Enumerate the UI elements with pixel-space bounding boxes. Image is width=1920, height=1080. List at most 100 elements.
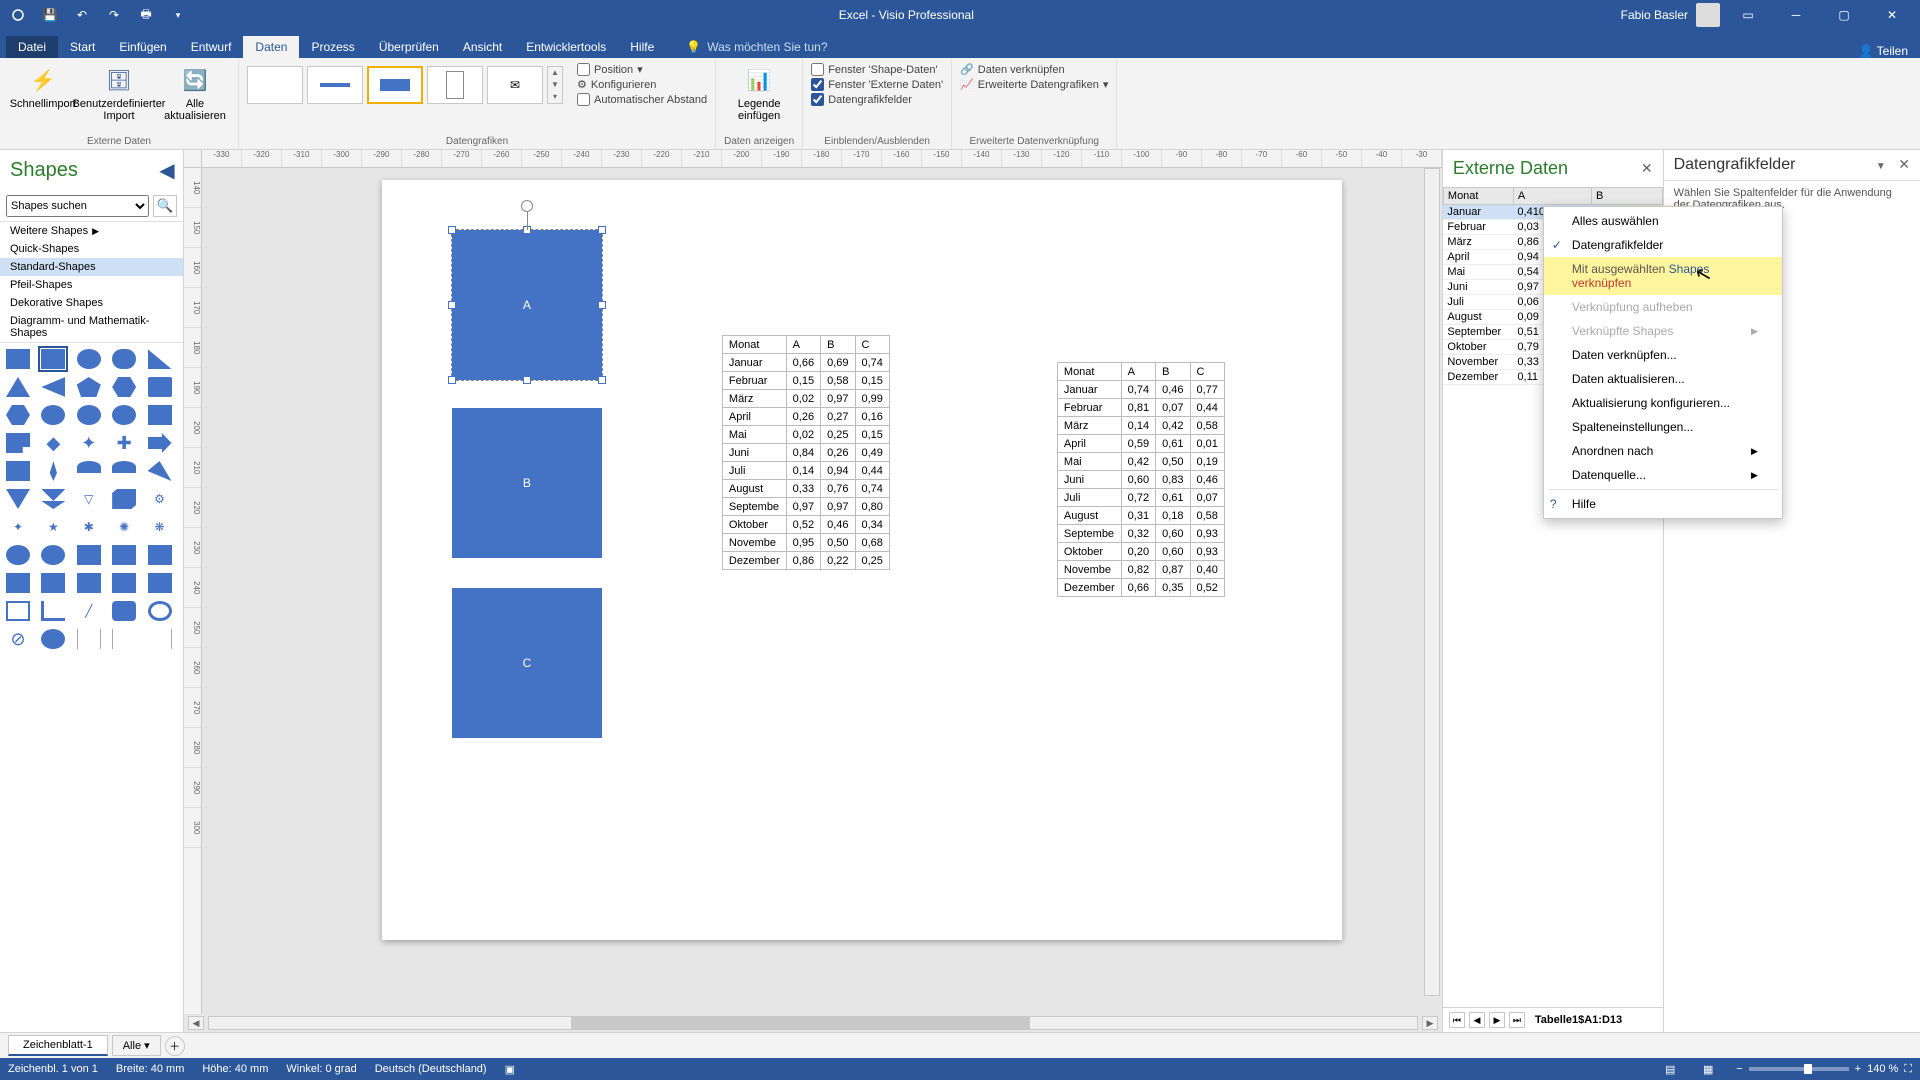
chk-shape-data-window[interactable]: Fenster 'Shape-Daten' xyxy=(811,62,943,77)
shape-s42[interactable] xyxy=(41,573,65,593)
data-graphic-style-1[interactable] xyxy=(307,66,363,104)
more-shapes[interactable]: Weitere Shapes ▶ xyxy=(0,222,183,240)
shape-s38[interactable] xyxy=(77,545,101,565)
shape-square[interactable] xyxy=(41,349,65,369)
zoom-out-icon[interactable]: − xyxy=(1736,1063,1742,1075)
shape-pill[interactable] xyxy=(112,349,136,369)
tab-process[interactable]: Prozess xyxy=(299,36,366,58)
qat-more-icon[interactable]: ▾ xyxy=(164,3,192,27)
drawing-page[interactable]: ABC MonatABCJanuar0,660,690,74Februar0,15… xyxy=(382,180,1342,940)
selection-handle[interactable] xyxy=(448,301,456,309)
tab-data[interactable]: Daten xyxy=(243,36,299,58)
shapes-search-input[interactable]: Shapes suchen xyxy=(6,195,149,217)
close-dgf-icon[interactable]: ✕ xyxy=(1898,156,1910,172)
menu-data-source[interactable]: Datenquelle...▶ xyxy=(1544,463,1782,487)
quick-import-button[interactable]: ⚡ Schnellimport xyxy=(8,62,78,112)
selection-handle[interactable] xyxy=(448,226,456,234)
menu-select-all[interactable]: Alles auswählen xyxy=(1544,209,1782,233)
zoom-level[interactable]: 140 % xyxy=(1867,1063,1898,1075)
tab-review[interactable]: Überprüfen xyxy=(367,36,451,58)
canvas-shape-B[interactable]: B xyxy=(452,408,602,558)
tell-me-search[interactable]: 💡 Was möchten Sie tun? xyxy=(678,36,835,58)
menu-dg-fields[interactable]: ✓Datengrafikfelder xyxy=(1544,233,1782,257)
canvas-scrollbar-h[interactable]: ◀ ▶ xyxy=(184,1014,1442,1032)
data-graphic-none[interactable] xyxy=(247,66,303,104)
close-icon[interactable]: ✕ xyxy=(1872,0,1912,30)
shape-s48[interactable]: ╱ xyxy=(77,601,101,621)
shape-s14[interactable] xyxy=(112,405,136,425)
ext-last-icon[interactable]: ⏭ xyxy=(1509,1012,1525,1028)
shape-s16[interactable] xyxy=(6,433,30,453)
close-external-data-icon[interactable]: ✕ xyxy=(1641,160,1653,177)
page-tab-1[interactable]: Zeichenblatt-1 xyxy=(8,1035,108,1056)
ext-first-icon[interactable]: ⏮ xyxy=(1449,1012,1465,1028)
tab-developer[interactable]: Entwicklertools xyxy=(514,36,618,58)
embedded-data-table[interactable]: MonatABCJanuar0,660,690,74Februar0,150,5… xyxy=(722,335,890,570)
shape-tri-r[interactable] xyxy=(148,349,172,369)
rotation-handle[interactable] xyxy=(521,200,533,212)
shape-tri-left[interactable] xyxy=(41,377,65,397)
shape-s45[interactable] xyxy=(148,573,172,593)
gallery-scroll[interactable]: ▲▼▾ xyxy=(547,66,563,104)
page-tab-all[interactable]: Alle ▾ xyxy=(112,1035,161,1056)
selection-handle[interactable] xyxy=(448,376,456,384)
shape-hept[interactable] xyxy=(148,377,172,397)
shape-s27[interactable] xyxy=(41,489,65,509)
maximize-icon[interactable]: ▢ xyxy=(1824,0,1864,30)
data-graphic-style-2[interactable] xyxy=(367,66,423,104)
shape-s19[interactable]: ✚ xyxy=(112,433,136,453)
insert-legend-button[interactable]: 📊 Legende einfügen xyxy=(724,62,794,124)
shape-s28[interactable]: ▽ xyxy=(77,489,101,509)
ext-next-icon[interactable]: ▶ xyxy=(1489,1012,1505,1028)
shape-s11[interactable] xyxy=(6,405,30,425)
shape-s41[interactable] xyxy=(6,573,30,593)
shape-s12[interactable] xyxy=(41,405,65,425)
menu-column-settings[interactable]: Spalteneinstellungen... xyxy=(1544,415,1782,439)
save-icon[interactable]: 💾 xyxy=(36,3,64,27)
shape-s52[interactable] xyxy=(41,629,65,649)
advanced-graphics-button[interactable]: 📈 Erweiterte Datengrafiken ▾ xyxy=(960,77,1108,92)
stencil-quick[interactable]: Quick-Shapes xyxy=(0,240,183,258)
zoom-in-icon[interactable]: + xyxy=(1855,1063,1861,1075)
autosave-toggle[interactable] xyxy=(4,3,32,27)
selection-handle[interactable] xyxy=(523,376,531,384)
tab-design[interactable]: Entwurf xyxy=(179,36,244,58)
shape-tri-up[interactable] xyxy=(6,377,30,397)
minimize-icon[interactable]: ─ xyxy=(1776,0,1816,30)
data-graphic-style-4[interactable]: ✉ xyxy=(487,66,543,104)
shape-s13[interactable] xyxy=(77,405,101,425)
shape-s31[interactable]: ✦ xyxy=(6,517,30,537)
shape-s33[interactable]: ✱ xyxy=(77,517,101,537)
add-page-button[interactable]: ＋ xyxy=(165,1036,185,1056)
canvas-shape-C[interactable]: C xyxy=(452,588,602,738)
shape-s20[interactable] xyxy=(148,433,172,453)
stencil-decorative[interactable]: Dekorative Shapes xyxy=(0,294,183,312)
shape-s22[interactable] xyxy=(41,461,65,481)
menu-link-data[interactable]: Daten verknüpfen... xyxy=(1544,343,1782,367)
shape-hex[interactable] xyxy=(112,377,136,397)
shape-s37[interactable] xyxy=(41,545,65,565)
selection-handle[interactable] xyxy=(598,376,606,384)
menu-config-refresh[interactable]: Aktualisierung konfigurieren... xyxy=(1544,391,1782,415)
macro-record-icon[interactable]: ▣ xyxy=(505,1063,515,1076)
stencil-standard[interactable]: Standard-Shapes xyxy=(0,258,183,276)
tab-file[interactable]: Datei xyxy=(6,36,58,58)
shape-s26[interactable] xyxy=(6,489,30,509)
drawing-surface[interactable]: ABC MonatABCJanuar0,660,690,74Februar0,15… xyxy=(202,168,1442,1014)
shape-s15[interactable] xyxy=(148,405,172,425)
shape-rect[interactable] xyxy=(6,349,30,369)
shape-s51[interactable]: ⊘ xyxy=(6,629,30,649)
shape-s35[interactable]: ❋ xyxy=(148,517,172,537)
menu-help[interactable]: ?Hilfe xyxy=(1544,492,1782,516)
ribbon-display-icon[interactable]: ▭ xyxy=(1728,0,1768,30)
shape-s46[interactable] xyxy=(6,601,30,621)
shape-s30[interactable]: ⚙ xyxy=(148,489,172,509)
embedded-data-table[interactable]: MonatABCJanuar0,740,460,77Februar0,810,0… xyxy=(1057,362,1225,597)
zoom-slider[interactable] xyxy=(1749,1067,1849,1071)
scroll-right-icon[interactable]: ▶ xyxy=(1422,1016,1438,1030)
print-icon[interactable]: 🖶 xyxy=(132,3,160,27)
shape-s17[interactable]: ◆ xyxy=(41,433,65,453)
canvas-shape-A[interactable]: A xyxy=(452,230,602,380)
ext-prev-icon[interactable]: ◀ xyxy=(1469,1012,1485,1028)
tab-view[interactable]: Ansicht xyxy=(451,36,514,58)
